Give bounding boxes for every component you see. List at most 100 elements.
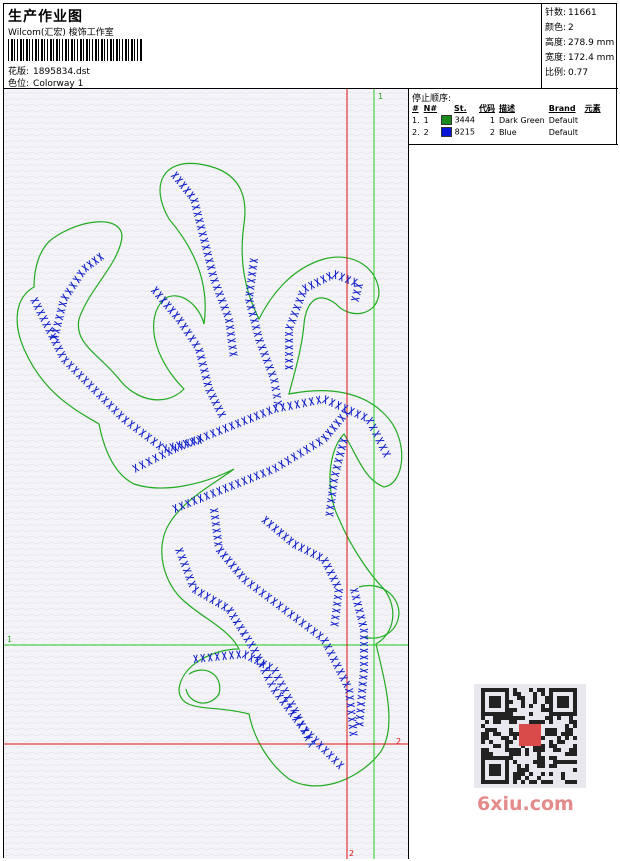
qr-module <box>481 732 485 736</box>
qr-module <box>517 696 521 700</box>
qr-module <box>517 716 521 720</box>
col-header: 元素 <box>584 104 601 113</box>
qr-module <box>553 728 557 732</box>
qr-finder <box>489 764 501 776</box>
qr-module <box>545 708 549 712</box>
stat-value: 0.77 <box>568 68 589 78</box>
qr-module <box>517 772 521 776</box>
qr-module <box>497 744 501 748</box>
row-stitches: 8215 <box>440 126 478 138</box>
qr-module <box>541 692 545 696</box>
qr-module <box>513 716 517 720</box>
qr-center-logo <box>519 724 541 746</box>
header: 生产作业图 Wilcom(汇宏) 梭饰工作室 花版: 1895834.dst 色位… <box>4 4 541 89</box>
barcode <box>8 39 143 61</box>
qr-module <box>561 772 565 776</box>
qr-module <box>485 732 489 736</box>
qr-module <box>493 716 497 720</box>
row-description: Blue <box>498 127 517 137</box>
row-description: Dark Green <box>498 115 545 125</box>
qr-module <box>549 716 553 720</box>
qr-module <box>513 692 517 696</box>
table-row: 2. 2 8215 2 Blue Default <box>411 126 604 138</box>
qr-module <box>517 748 521 752</box>
qr-module <box>513 720 517 724</box>
qr-module <box>569 716 573 720</box>
embroidery-design: 1 1 2 2 <box>4 89 408 859</box>
qr-module <box>541 764 545 768</box>
guide-label-green-left: 1 <box>7 635 12 644</box>
qr-module <box>513 760 517 764</box>
row-index: 1. <box>412 115 420 125</box>
qr-module <box>517 692 521 696</box>
qr-module <box>573 752 577 756</box>
qr-module <box>541 748 545 752</box>
qr-module <box>521 704 525 708</box>
qr-module <box>565 760 569 764</box>
qr-module <box>493 732 497 736</box>
stat-colors: 颜色: 2 <box>545 21 618 36</box>
qr-module <box>525 752 529 756</box>
qr-module <box>481 716 485 720</box>
qr-module <box>525 768 529 772</box>
stat-value: 172.4 mm <box>568 53 615 63</box>
qr-module <box>533 780 537 784</box>
qr-module <box>541 736 545 740</box>
guide-label-green-top: 1 <box>378 92 383 101</box>
qr-module <box>549 764 553 768</box>
qr-module <box>533 692 537 696</box>
qr-module <box>537 748 541 752</box>
qr-code-graphic <box>481 688 577 784</box>
qr-module <box>537 720 541 724</box>
qr-module <box>529 688 533 692</box>
qr-module <box>485 728 489 732</box>
qr-module <box>569 748 573 752</box>
qr-module <box>533 760 537 764</box>
qr-module <box>573 744 577 748</box>
qr-module <box>505 736 509 740</box>
qr-module <box>509 728 513 732</box>
qr-module <box>553 760 557 764</box>
qr-module <box>485 736 489 740</box>
guide-label-red-bottom: 2 <box>349 849 354 858</box>
qr-module <box>549 756 553 760</box>
qr-module <box>549 772 553 776</box>
stitch-count: 8215 <box>454 127 475 137</box>
qr-module <box>521 696 525 700</box>
qr-module <box>485 748 489 752</box>
qr-module <box>573 720 577 724</box>
qr-module <box>541 708 545 712</box>
qr-module <box>565 732 569 736</box>
qr-module <box>569 732 573 736</box>
qr-module <box>541 744 545 748</box>
qr-module <box>557 760 561 764</box>
qr-module <box>561 760 565 764</box>
qr-module <box>533 696 537 700</box>
color-swatch <box>441 115 453 125</box>
qr-module <box>569 728 573 732</box>
qr-module <box>565 752 569 756</box>
qr-module <box>493 744 497 748</box>
qr-module <box>533 748 537 752</box>
qr-module <box>489 728 493 732</box>
qr-module <box>533 700 537 704</box>
qr-module <box>505 748 509 752</box>
qr-module <box>561 776 565 780</box>
qr-module <box>509 700 513 704</box>
qr-module <box>489 752 493 756</box>
stat-scale: 比例: 0.77 <box>545 66 618 81</box>
qr-module <box>525 764 529 768</box>
qr-module <box>481 748 485 752</box>
qr-module <box>513 772 517 776</box>
qr-module <box>513 708 517 712</box>
qr-module <box>553 748 557 752</box>
qr-module <box>541 760 545 764</box>
qr-module <box>549 740 553 744</box>
qr-module <box>545 700 549 704</box>
qr-module <box>501 736 505 740</box>
row-n: 1 <box>423 115 429 125</box>
qr-module <box>545 780 549 784</box>
qr-module <box>517 768 521 772</box>
qr-module <box>537 752 541 756</box>
qr-module <box>533 720 537 724</box>
